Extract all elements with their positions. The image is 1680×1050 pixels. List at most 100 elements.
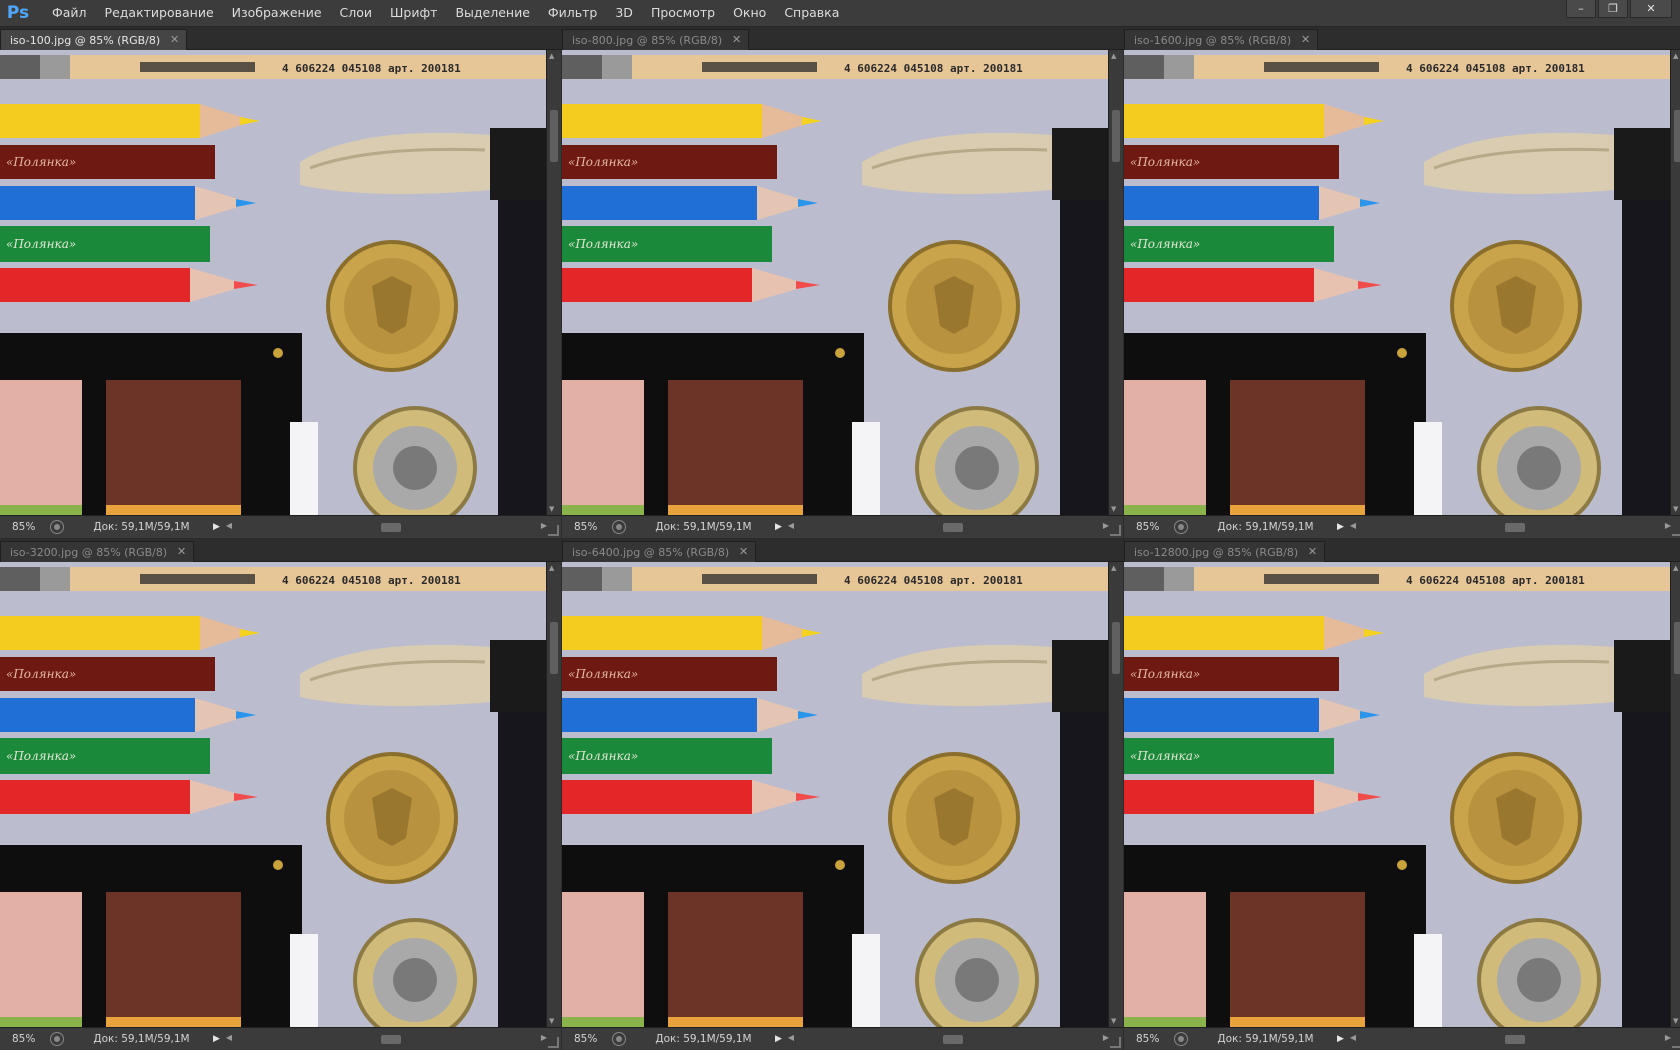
horizontal-scroll-thumb[interactable] [942, 523, 963, 532]
scroll-left-icon[interactable]: ◀ [1350, 1033, 1356, 1042]
horizontal-scrollbar[interactable]: ◀ ▶ [1350, 520, 1671, 534]
status-menu-arrow-icon[interactable]: ▶ [213, 522, 220, 532]
proof-settings-icon[interactable] [1174, 1032, 1188, 1046]
vertical-scroll-thumb[interactable] [550, 110, 558, 162]
resize-grip-icon[interactable] [1672, 1037, 1680, 1048]
vertical-scrollbar[interactable]: ▲ ▼ [546, 562, 561, 1027]
document-canvas[interactable]: 4 606224 045108 арт. 200181 «Полянка» «П… [0, 50, 547, 515]
menu-item[interactable]: Окно [724, 0, 775, 26]
zoom-level[interactable]: 85% [0, 1033, 50, 1045]
zoom-level[interactable]: 85% [1124, 521, 1174, 533]
menu-item[interactable]: 3D [606, 0, 642, 26]
document-canvas[interactable]: 4 606224 045108 арт. 200181 «Полянка» «П… [1124, 562, 1671, 1027]
document-tab[interactable]: iso-100.jpg @ 85% (RGB/8) ✕ [0, 29, 188, 50]
menu-item[interactable]: Фильтр [539, 0, 606, 26]
close-tab-icon[interactable]: ✕ [170, 33, 179, 46]
horizontal-scrollbar[interactable]: ◀ ▶ [1350, 1032, 1671, 1046]
zoom-level[interactable]: 85% [1124, 1033, 1174, 1045]
horizontal-scrollbar[interactable]: ◀ ▶ [788, 1032, 1109, 1046]
scroll-left-icon[interactable]: ◀ [226, 521, 232, 530]
menu-item[interactable]: Просмотр [642, 0, 724, 26]
close-tab-icon[interactable]: ✕ [177, 545, 186, 558]
vertical-scrollbar[interactable]: ▲ ▼ [1108, 562, 1123, 1027]
document-tab[interactable]: iso-12800.jpg @ 85% (RGB/8) ✕ [1124, 541, 1326, 562]
scroll-right-icon[interactable]: ▶ [1665, 1033, 1671, 1042]
horizontal-scroll-thumb[interactable] [380, 1035, 401, 1044]
proof-settings-icon[interactable] [50, 1032, 64, 1046]
close-tab-icon[interactable]: ✕ [1308, 545, 1317, 558]
scroll-right-icon[interactable]: ▶ [541, 521, 547, 530]
scroll-right-icon[interactable]: ▶ [541, 1033, 547, 1042]
menu-item[interactable]: Слои [331, 0, 382, 26]
resize-grip-icon[interactable] [1110, 1037, 1121, 1048]
scroll-up-icon[interactable]: ▲ [1673, 564, 1678, 572]
menu-item[interactable]: Изображение [223, 0, 331, 26]
restore-button[interactable]: ❐ [1598, 0, 1628, 18]
scroll-left-icon[interactable]: ◀ [1350, 521, 1356, 530]
close-tab-icon[interactable]: ✕ [732, 33, 741, 46]
scroll-up-icon[interactable]: ▲ [1111, 564, 1116, 572]
vertical-scrollbar[interactable]: ▲ ▼ [1670, 562, 1680, 1027]
scroll-right-icon[interactable]: ▶ [1103, 1033, 1109, 1042]
proof-settings-icon[interactable] [612, 1032, 626, 1046]
scroll-left-icon[interactable]: ◀ [226, 1033, 232, 1042]
scroll-left-icon[interactable]: ◀ [788, 521, 794, 530]
horizontal-scroll-thumb[interactable] [1504, 1035, 1525, 1044]
vertical-scroll-thumb[interactable] [1112, 622, 1120, 674]
vertical-scroll-thumb[interactable] [1674, 622, 1680, 674]
scroll-down-icon[interactable]: ▼ [549, 505, 554, 513]
vertical-scrollbar[interactable]: ▲ ▼ [1670, 50, 1680, 515]
menu-item[interactable]: Справка [775, 0, 848, 26]
vertical-scrollbar[interactable]: ▲ ▼ [546, 50, 561, 515]
resize-grip-icon[interactable] [1110, 525, 1121, 536]
horizontal-scrollbar[interactable]: ◀ ▶ [788, 520, 1109, 534]
minimize-button[interactable]: – [1566, 0, 1596, 18]
scroll-up-icon[interactable]: ▲ [1673, 52, 1678, 60]
status-menu-arrow-icon[interactable]: ▶ [1337, 522, 1344, 532]
proof-settings-icon[interactable] [612, 520, 626, 534]
resize-grip-icon[interactable] [548, 1037, 559, 1048]
zoom-level[interactable]: 85% [0, 521, 50, 533]
resize-grip-icon[interactable] [548, 525, 559, 536]
document-canvas[interactable]: 4 606224 045108 арт. 200181 «Полянка» «П… [562, 50, 1109, 515]
vertical-scroll-thumb[interactable] [1674, 110, 1680, 162]
vertical-scroll-thumb[interactable] [1112, 110, 1120, 162]
horizontal-scrollbar[interactable]: ◀ ▶ [226, 520, 547, 534]
document-canvas[interactable]: 4 606224 045108 арт. 200181 «Полянка» «П… [0, 562, 547, 1027]
resize-grip-icon[interactable] [1672, 525, 1680, 536]
menu-item[interactable]: Файл [43, 0, 96, 26]
scroll-up-icon[interactable]: ▲ [549, 52, 554, 60]
scroll-up-icon[interactable]: ▲ [549, 564, 554, 572]
status-menu-arrow-icon[interactable]: ▶ [1337, 1034, 1344, 1044]
scroll-right-icon[interactable]: ▶ [1103, 521, 1109, 530]
status-menu-arrow-icon[interactable]: ▶ [775, 1034, 782, 1044]
document-tab[interactable]: iso-1600.jpg @ 85% (RGB/8) ✕ [1124, 29, 1319, 50]
menu-item[interactable]: Шрифт [381, 0, 446, 26]
scroll-down-icon[interactable]: ▼ [1111, 1017, 1116, 1025]
scroll-up-icon[interactable]: ▲ [1111, 52, 1116, 60]
vertical-scroll-thumb[interactable] [550, 622, 558, 674]
document-tab[interactable]: iso-3200.jpg @ 85% (RGB/8) ✕ [0, 541, 195, 562]
horizontal-scrollbar[interactable]: ◀ ▶ [226, 1032, 547, 1046]
scroll-down-icon[interactable]: ▼ [1673, 1017, 1678, 1025]
document-tab[interactable]: iso-800.jpg @ 85% (RGB/8) ✕ [562, 29, 750, 50]
horizontal-scroll-thumb[interactable] [380, 523, 401, 532]
zoom-level[interactable]: 85% [562, 1033, 612, 1045]
zoom-level[interactable]: 85% [562, 521, 612, 533]
menu-item[interactable]: Редактирование [96, 0, 223, 26]
horizontal-scroll-thumb[interactable] [942, 1035, 963, 1044]
status-menu-arrow-icon[interactable]: ▶ [213, 1034, 220, 1044]
menu-item[interactable]: Выделение [446, 0, 538, 26]
document-canvas[interactable]: 4 606224 045108 арт. 200181 «Полянка» «П… [562, 562, 1109, 1027]
scroll-down-icon[interactable]: ▼ [1111, 505, 1116, 513]
close-window-button[interactable]: ✕ [1630, 0, 1672, 18]
scroll-down-icon[interactable]: ▼ [1673, 505, 1678, 513]
status-menu-arrow-icon[interactable]: ▶ [775, 522, 782, 532]
scroll-down-icon[interactable]: ▼ [549, 1017, 554, 1025]
document-tab[interactable]: iso-6400.jpg @ 85% (RGB/8) ✕ [562, 541, 757, 562]
close-tab-icon[interactable]: ✕ [1301, 33, 1310, 46]
scroll-right-icon[interactable]: ▶ [1665, 521, 1671, 530]
scroll-left-icon[interactable]: ◀ [788, 1033, 794, 1042]
document-canvas[interactable]: 4 606224 045108 арт. 200181 «Полянка» «П… [1124, 50, 1671, 515]
proof-settings-icon[interactable] [50, 520, 64, 534]
